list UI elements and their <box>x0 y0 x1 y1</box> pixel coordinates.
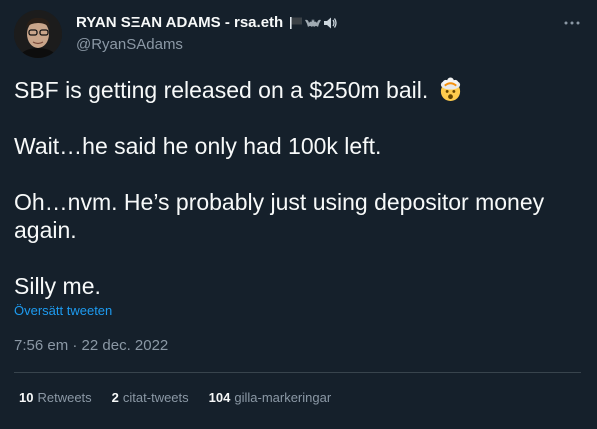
speaker-icon <box>324 17 337 28</box>
exploding-head-icon <box>440 77 460 102</box>
author-display-name[interactable]: RYAN SΞAN ADAMS - rsa.eth <box>76 14 283 31</box>
retweets-stat[interactable]: 10 Retweets <box>19 390 92 405</box>
divider <box>14 372 581 373</box>
avatar[interactable] <box>14 10 62 58</box>
tweet-paragraph-4: Silly me. <box>14 273 101 299</box>
tweet-timestamp[interactable]: 7:56 em · 22 dec. 2022 <box>14 337 168 354</box>
likes-stat[interactable]: 104 gilla-markeringar <box>209 390 332 405</box>
author-handle[interactable]: @RyanSAdams <box>76 36 183 53</box>
tweet-paragraph-3: Oh…nvm. He’s probably just using deposit… <box>14 189 545 243</box>
more-options-icon[interactable] <box>562 13 582 33</box>
translate-tweet-link[interactable]: Översätt tweeten <box>14 303 112 318</box>
bat-icon <box>305 18 322 27</box>
tweet-stats: 10 Retweets 2 citat-tweets 104 gilla-marker… <box>19 390 331 405</box>
tweet-paragraph-2: Wait…he said he only had 100k left. <box>14 133 382 159</box>
flag-icon <box>290 16 302 29</box>
tweet-paragraph-1: SBF is getting released on a $250m bail. <box>14 76 463 104</box>
name-emojis <box>289 16 337 30</box>
quote-tweets-stat[interactable]: 2 citat-tweets <box>112 390 189 405</box>
author-name-row[interactable]: RYAN SΞAN ADAMS - rsa.eth <box>76 14 337 31</box>
